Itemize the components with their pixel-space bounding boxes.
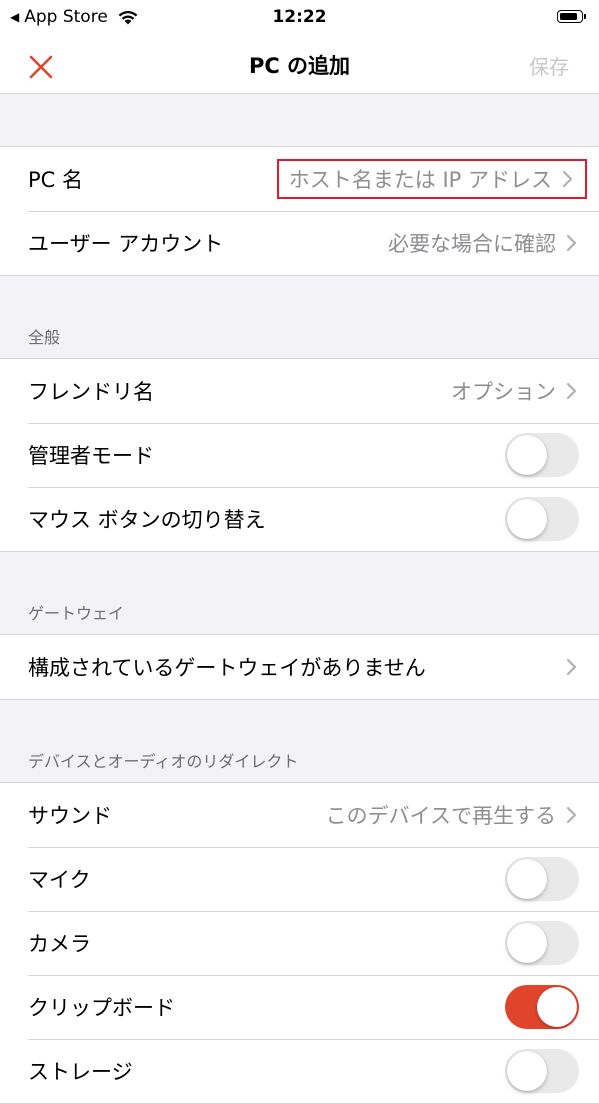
toggle-knob <box>507 859 547 899</box>
general-section-header: 全般 <box>0 276 599 358</box>
pc-name-highlight[interactable]: ホスト名または IP アドレス <box>276 159 587 199</box>
chevron-right-icon <box>566 806 577 824</box>
swap-mouse-row: マウス ボタンの切り替え <box>0 487 599 551</box>
clipboard-toggle[interactable] <box>505 985 579 1029</box>
storage-row: ストレージ <box>0 1039 599 1103</box>
gateway-group: 構成されているゲートウェイがありません <box>0 634 599 700</box>
toggle-knob <box>507 499 547 539</box>
camera-row: カメラ <box>0 911 599 975</box>
clipboard-label: クリップボード <box>28 996 175 1020</box>
page-title: PC の追加 <box>248 54 351 78</box>
storage-label: ストレージ <box>28 1060 133 1084</box>
friendly-name-value: オプション <box>451 380 556 404</box>
redirect-section-header: デバイスとオーディオのリダイレクト <box>0 700 599 782</box>
gateway-section-header: ゲートウェイ <box>0 552 599 634</box>
nav-bar: PC の追加 保存 <box>0 36 599 94</box>
swap-mouse-label: マウス ボタンの切り替え <box>28 508 266 532</box>
sound-value: このデバイスで再生する <box>325 804 556 828</box>
storage-toggle[interactable] <box>505 1049 579 1093</box>
save-button[interactable]: 保存 <box>529 51 569 80</box>
chevron-right-icon <box>562 170 573 188</box>
toggle-knob <box>537 987 577 1027</box>
user-account-label: ユーザー アカウント <box>28 232 224 256</box>
redirect-header-label: デバイスとオーディオのリダイレクト <box>28 752 299 771</box>
general-header-label: 全般 <box>28 328 61 347</box>
clipboard-row: クリップボード <box>0 975 599 1039</box>
battery-icon <box>557 10 586 23</box>
mic-label: マイク <box>28 868 91 892</box>
admin-mode-row: 管理者モード <box>0 423 599 487</box>
toggle-knob <box>507 1051 547 1091</box>
admin-mode-toggle[interactable] <box>505 433 579 477</box>
friendly-name-label: フレンドリ名 <box>28 380 154 404</box>
sound-label: サウンド <box>28 804 112 828</box>
friendly-name-row[interactable]: フレンドリ名 オプション <box>0 359 599 423</box>
status-time: 12:22 <box>272 7 327 27</box>
pc-name-placeholder: ホスト名または IP アドレス <box>288 168 552 192</box>
user-account-row[interactable]: ユーザー アカウント 必要な場合に確認 <box>0 211 599 275</box>
chevron-right-icon <box>566 382 577 400</box>
chevron-right-icon <box>566 234 577 252</box>
gateway-row[interactable]: 構成されているゲートウェイがありません <box>0 635 599 699</box>
status-bar: ◀ App Store 12:22 <box>0 0 599 36</box>
user-account-value: 必要な場合に確認 <box>388 232 556 256</box>
redirect-group: サウンド このデバイスで再生する マイク カメラ クリップボード ストレージ <box>0 782 599 1104</box>
chevron-right-icon <box>566 658 577 676</box>
pc-name-label: PC 名 <box>28 168 84 192</box>
toggle-knob <box>507 923 547 963</box>
pc-name-row[interactable]: PC 名 ホスト名または IP アドレス <box>0 147 599 211</box>
mic-row: マイク <box>0 847 599 911</box>
gateway-header-label: ゲートウェイ <box>28 604 125 623</box>
toggle-knob <box>507 435 547 475</box>
camera-label: カメラ <box>28 932 91 956</box>
swap-mouse-toggle[interactable] <box>505 497 579 541</box>
general-group: フレンドリ名 オプション 管理者モード マウス ボタンの切り替え <box>0 358 599 552</box>
camera-toggle[interactable] <box>505 921 579 965</box>
gateway-none-label: 構成されているゲートウェイがありません <box>28 656 426 680</box>
sound-row[interactable]: サウンド このデバイスで再生する <box>0 783 599 847</box>
mic-toggle[interactable] <box>505 857 579 901</box>
admin-mode-label: 管理者モード <box>28 444 154 468</box>
settings-list: PC 名 ホスト名または IP アドレス ユーザー アカウント 必要な場合に確認 <box>0 94 599 1104</box>
connection-group: PC 名 ホスト名または IP アドレス ユーザー アカウント 必要な場合に確認 <box>0 146 599 276</box>
